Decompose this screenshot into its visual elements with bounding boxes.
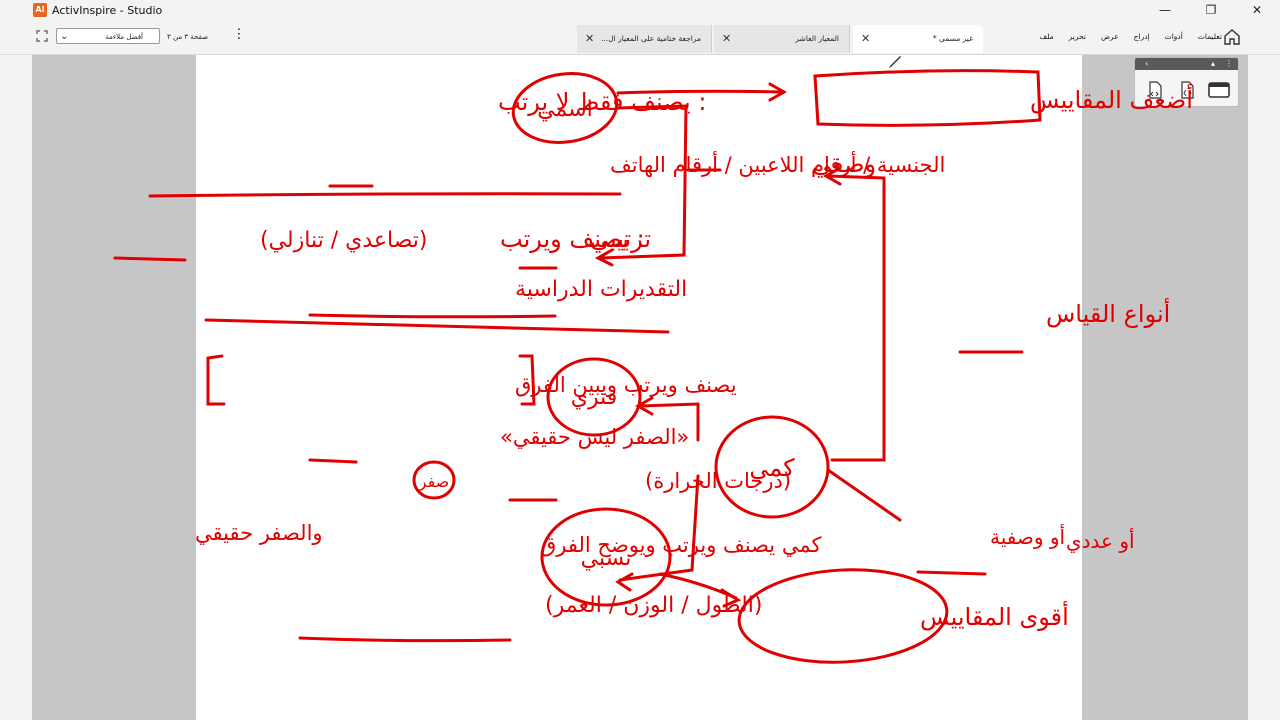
zoom-value: أفضل ملاءمة: [105, 33, 143, 41]
tab-standard-ten[interactable]: المعيار العاشر ✕: [714, 25, 850, 53]
maximize-button[interactable]: ❐: [1188, 0, 1234, 20]
flipchart-page[interactable]: [196, 55, 1082, 720]
tab-label: مراجعة ختامية على المعيار ال...: [601, 34, 701, 43]
fullscreen-icon[interactable]: [36, 30, 48, 42]
menu-view[interactable]: عرض: [1101, 20, 1119, 54]
document-icon[interactable]: [1145, 80, 1165, 100]
code-document-icon[interactable]: [1177, 80, 1197, 100]
close-tab-icon[interactable]: ✕: [585, 25, 594, 53]
pen-cursor-icon: [889, 56, 901, 68]
app-logo-icon: AI: [33, 3, 47, 17]
tab-label: غير مسمى *: [932, 34, 973, 43]
close-tab-icon[interactable]: ✕: [861, 25, 870, 53]
menu-file[interactable]: ملف: [1039, 20, 1053, 54]
chevron-down-icon: ⌄: [60, 31, 69, 42]
close-tab-icon[interactable]: ✕: [722, 25, 731, 53]
mini-toolbox-header[interactable]: ‹ ▴ ⋮: [1135, 58, 1238, 70]
home-icon[interactable]: [1222, 27, 1242, 47]
menu-help[interactable]: تعليمات: [1198, 20, 1222, 54]
window-title: ActivInspire - Studio: [52, 3, 163, 17]
mini-toolbox[interactable]: ‹ ▴ ⋮: [1134, 57, 1239, 107]
menu-edit[interactable]: تحرير: [1069, 20, 1086, 54]
close-window-button[interactable]: ✕: [1234, 0, 1280, 20]
minimize-button[interactable]: —: [1142, 0, 1188, 20]
zoom-select[interactable]: ⌄ أفضل ملاءمة: [56, 28, 160, 44]
more-options-icon[interactable]: ···: [230, 27, 246, 40]
menu-insert[interactable]: إدراج: [1134, 20, 1150, 54]
tab-review[interactable]: مراجعة ختامية على المعيار ال... ✕: [577, 25, 712, 53]
window-icon[interactable]: [1207, 80, 1231, 100]
right-margin: [1248, 55, 1280, 720]
page-count: صفحة ٣ من ٣: [167, 33, 209, 41]
tab-label: المعيار العاشر: [795, 34, 839, 43]
menu-bar: ملف تحرير عرض إدراج أدوات تعليمات: [1024, 20, 1222, 54]
window-controls: — ❐ ✕: [1142, 0, 1280, 20]
left-margin: [0, 55, 32, 720]
menu-tools[interactable]: أدوات: [1165, 20, 1183, 54]
tab-untitled[interactable]: غير مسمى * ✕: [853, 25, 983, 53]
title-bar: AI ActivInspire - Studio — ❐ ✕: [0, 0, 1280, 20]
